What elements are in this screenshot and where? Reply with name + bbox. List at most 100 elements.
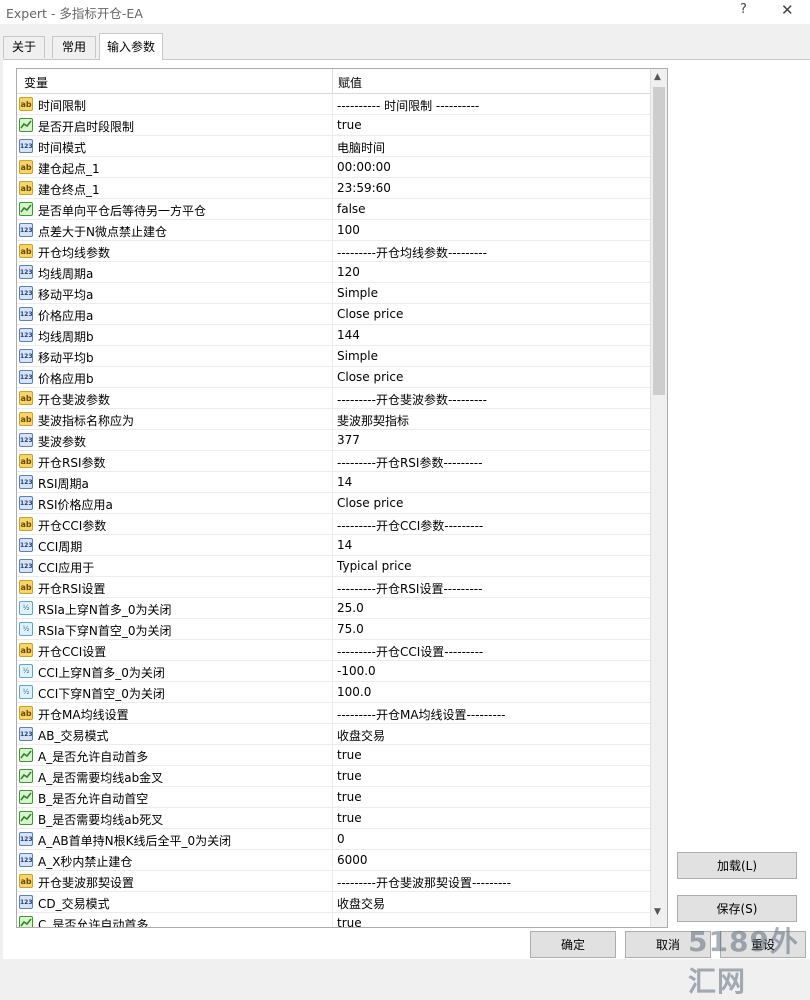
parameter-row[interactable]: ab 开仓均线参数 ---------开仓均线参数---------: [17, 241, 650, 262]
parameter-row[interactable]: 123 价格应用b Close price: [17, 367, 650, 388]
parameter-value[interactable]: true: [337, 790, 362, 804]
parameter-value[interactable]: ---------开仓RSI设置---------: [337, 580, 482, 597]
parameter-value[interactable]: 0: [337, 832, 345, 846]
parameter-row[interactable]: ½ CCI下穿N首空_0为关闭 100.0: [17, 682, 650, 703]
parameter-row[interactable]: 123 CCI应用于 Typical price: [17, 556, 650, 577]
parameter-row[interactable]: 123 点差大于N微点禁止建仓 100: [17, 220, 650, 241]
parameter-value[interactable]: 收盘交易: [337, 727, 385, 744]
parameter-value[interactable]: true: [337, 748, 362, 762]
column-header-value[interactable]: 赋值: [338, 74, 362, 91]
parameter-row[interactable]: 123 斐波参数 377: [17, 430, 650, 451]
parameter-value[interactable]: 144: [337, 328, 360, 342]
parameter-value[interactable]: 75.0: [337, 622, 364, 636]
parameter-value[interactable]: ---------开仓RSI参数---------: [337, 454, 482, 471]
parameter-value[interactable]: 电脑时间: [337, 139, 385, 156]
parameter-value[interactable]: Typical price: [337, 559, 411, 573]
parameter-name: 斐波参数: [38, 435, 87, 449]
load-button[interactable]: 加载(L): [677, 852, 797, 879]
scroll-thumb[interactable]: [653, 87, 665, 395]
scroll-up-icon[interactable]: ▲: [654, 72, 661, 82]
column-header-variable[interactable]: 变量: [24, 74, 48, 91]
parameter-value[interactable]: 6000: [337, 853, 368, 867]
parameter-row[interactable]: 123 RSI价格应用a Close price: [17, 493, 650, 514]
parameter-row[interactable]: ab 时间限制 ---------- 时间限制 ----------: [17, 94, 650, 115]
parameter-value[interactable]: 14: [337, 538, 352, 552]
parameter-row[interactable]: ab 开仓RSI设置 ---------开仓RSI设置---------: [17, 577, 650, 598]
parameter-value[interactable]: Close price: [337, 307, 403, 321]
tab-about[interactable]: 关于: [3, 36, 45, 58]
tab-common[interactable]: 常用: [52, 36, 96, 58]
parameter-row[interactable]: 是否开启时段限制 true: [17, 115, 650, 136]
parameter-value[interactable]: 23:59:60: [337, 181, 391, 195]
parameter-value[interactable]: 120: [337, 265, 360, 279]
parameter-value[interactable]: 斐波那契指标: [337, 412, 409, 429]
parameter-row[interactable]: C_是否允许自动首多 true: [17, 913, 650, 927]
parameter-row[interactable]: 123 时间模式 电脑时间: [17, 136, 650, 157]
parameter-value[interactable]: ---------开仓MA均线设置---------: [337, 706, 506, 723]
parameter-row[interactable]: ab 开仓斐波参数 ---------开仓斐波参数---------: [17, 388, 650, 409]
parameter-value[interactable]: ---------开仓斐波那契设置---------: [337, 874, 511, 891]
parameter-row[interactable]: ab 开仓MA均线设置 ---------开仓MA均线设置---------: [17, 703, 650, 724]
parameter-row[interactable]: ab 开仓斐波那契设置 ---------开仓斐波那契设置---------: [17, 871, 650, 892]
parameter-value[interactable]: 377: [337, 433, 360, 447]
parameter-row[interactable]: 123 CCI周期 14: [17, 535, 650, 556]
parameter-row[interactable]: 123 A_X秒内禁止建仓 6000: [17, 850, 650, 871]
parameter-row[interactable]: 123 移动平均b Simple: [17, 346, 650, 367]
parameter-value[interactable]: true: [337, 811, 362, 825]
parameter-row[interactable]: B_是否需要均线ab死叉 true: [17, 808, 650, 829]
parameter-value[interactable]: Simple: [337, 286, 378, 300]
parameter-value[interactable]: Close price: [337, 496, 403, 510]
parameter-value[interactable]: 收盘交易: [337, 895, 385, 912]
parameter-value[interactable]: ---------开仓CCI设置---------: [337, 643, 483, 660]
tab-inputs[interactable]: 输入参数: [99, 33, 163, 60]
grid-header: 变量 赋值: [17, 69, 650, 94]
parameter-row[interactable]: ab 开仓CCI设置 ---------开仓CCI设置---------: [17, 640, 650, 661]
parameter-name: 建仓终点_1: [38, 183, 100, 197]
scroll-down-icon[interactable]: ▼: [654, 907, 661, 917]
parameter-row[interactable]: ab 建仓起点_1 00:00:00: [17, 157, 650, 178]
parameter-row[interactable]: ab 开仓RSI参数 ---------开仓RSI参数---------: [17, 451, 650, 472]
parameter-row[interactable]: 是否单向平仓后等待另一方平仓 false: [17, 199, 650, 220]
parameter-row[interactable]: ½ RSIa上穿N首多_0为关闭 25.0: [17, 598, 650, 619]
parameter-value[interactable]: true: [337, 769, 362, 783]
parameter-value[interactable]: true: [337, 916, 362, 927]
parameter-row[interactable]: 123 价格应用a Close price: [17, 304, 650, 325]
parameter-value[interactable]: true: [337, 118, 362, 132]
string-type-icon: ab: [19, 454, 33, 468]
parameter-value[interactable]: false: [337, 202, 366, 216]
parameter-value[interactable]: ---------开仓CCI参数---------: [337, 517, 483, 534]
parameter-value[interactable]: 00:00:00: [337, 160, 391, 174]
parameter-value[interactable]: 100.0: [337, 685, 371, 699]
parameter-value[interactable]: 25.0: [337, 601, 364, 615]
parameter-row[interactable]: ab 建仓终点_1 23:59:60: [17, 178, 650, 199]
parameter-row[interactable]: ½ CCI上穿N首多_0为关闭 -100.0: [17, 661, 650, 682]
integer-type-icon: 123: [19, 895, 33, 909]
parameter-row[interactable]: 123 均线周期b 144: [17, 325, 650, 346]
parameter-row[interactable]: 123 RSI周期a 14: [17, 472, 650, 493]
parameter-value[interactable]: ---------开仓斐波参数---------: [337, 391, 487, 408]
parameter-row[interactable]: B_是否允许自动首空 true: [17, 787, 650, 808]
parameter-value[interactable]: ---------开仓均线参数---------: [337, 244, 487, 261]
parameter-row[interactable]: 123 移动平均a Simple: [17, 283, 650, 304]
parameter-row[interactable]: 123 AB_交易模式 收盘交易: [17, 724, 650, 745]
save-button[interactable]: 保存(S): [677, 895, 797, 922]
close-button[interactable]: ✕: [781, 1, 794, 19]
parameter-value[interactable]: 100: [337, 223, 360, 237]
help-button[interactable]: ?: [740, 2, 747, 17]
parameter-row[interactable]: A_是否允许自动首多 true: [17, 745, 650, 766]
parameter-row[interactable]: 123 A_AB首单持N根K线后全平_0为关闭 0: [17, 829, 650, 850]
parameter-row[interactable]: A_是否需要均线ab金叉 true: [17, 766, 650, 787]
parameter-value[interactable]: Close price: [337, 370, 403, 384]
parameter-row[interactable]: ab 斐波指标名称应为 斐波那契指标: [17, 409, 650, 430]
parameter-row[interactable]: ab 开仓CCI参数 ---------开仓CCI参数---------: [17, 514, 650, 535]
parameter-value[interactable]: -100.0: [337, 664, 376, 678]
parameter-value[interactable]: ---------- 时间限制 ----------: [337, 97, 479, 114]
parameter-row[interactable]: 123 CD_交易模式 收盘交易: [17, 892, 650, 913]
column-divider[interactable]: [332, 69, 333, 93]
parameter-row[interactable]: 123 均线周期a 120: [17, 262, 650, 283]
parameter-value[interactable]: Simple: [337, 349, 378, 363]
parameter-value[interactable]: 14: [337, 475, 352, 489]
vertical-scrollbar[interactable]: ▲ ▼: [650, 69, 667, 927]
parameter-row[interactable]: ½ RSIa下穿N首空_0为关闭 75.0: [17, 619, 650, 640]
ok-button[interactable]: 确定: [530, 931, 616, 958]
